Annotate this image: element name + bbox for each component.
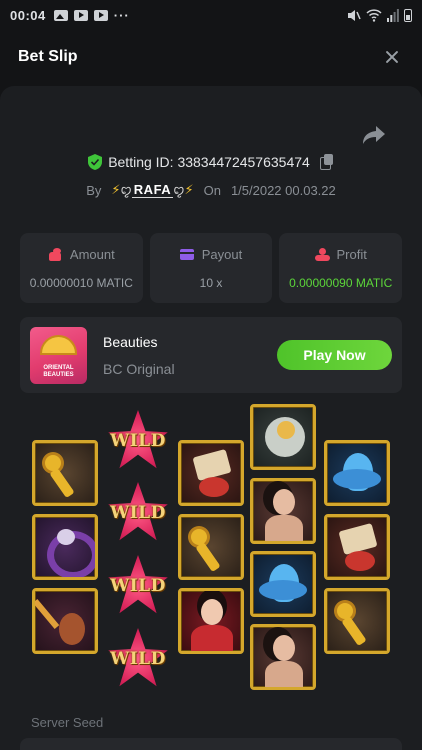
symbol-fan <box>250 404 316 470</box>
symbol-jade-ring <box>32 514 98 580</box>
betting-id-row: Betting ID: 338344724576354​74 <box>0 154 422 170</box>
swirl-decoration-icon-2: ꨄ <box>173 183 185 197</box>
symbol-golden-key <box>324 588 390 654</box>
mute-icon <box>348 9 361 21</box>
bet-slip-header: Bet Slip <box>0 36 422 78</box>
page-title: Bet Slip <box>18 48 78 65</box>
wifi-icon <box>366 8 382 22</box>
amount-label: Amount <box>69 246 115 262</box>
wallet-icon <box>179 248 195 261</box>
symbol-lady <box>250 624 316 690</box>
payout-value: 10 x <box>199 275 223 290</box>
server-seed-field[interactable] <box>20 738 402 750</box>
betting-id: Betting ID: 338344724576354​74 <box>108 154 310 170</box>
amount-value: 0.00000010 MATIC <box>29 275 133 290</box>
server-seed-label: Server Seed <box>31 715 104 730</box>
username[interactable]: RAFA <box>131 182 174 198</box>
symbol-scroll <box>324 514 390 580</box>
verified-shield-icon <box>88 154 103 170</box>
lightning-icon: ⚡ <box>111 182 121 197</box>
stat-profit: Profit 0.00000090 MATIC <box>279 233 403 303</box>
symbol-wild: WILD <box>107 410 169 472</box>
copy-icon[interactable] <box>319 154 334 170</box>
stat-payout: Payout 10 x <box>149 233 273 303</box>
profit-icon <box>314 247 330 261</box>
amount-icon <box>48 247 63 261</box>
profit-label: Profit <box>336 246 367 262</box>
on-label: On <box>203 183 221 198</box>
more-notifications-icon: ··· <box>113 7 130 23</box>
battery-icon <box>404 8 412 22</box>
symbol-wild: WILD <box>107 555 169 617</box>
bet-meta-row: By ⚡ꨄ RAFA ꨄ⚡ On 1/5/2022 00.03.22 <box>0 182 422 199</box>
symbol-wild: WILD <box>107 482 169 544</box>
system-icons <box>347 8 412 22</box>
symbol-golden-key <box>178 514 244 580</box>
notification-icons <box>53 9 108 21</box>
symbol-lute <box>32 588 98 654</box>
symbol-wild: WILD <box>107 628 169 690</box>
share-icon[interactable] <box>362 124 386 146</box>
gallery-icon <box>53 9 68 21</box>
signal-icon <box>387 8 399 22</box>
slot-reels: WILD WILD WILD WILD <box>0 316 422 690</box>
symbol-lady <box>250 478 316 544</box>
payout-label: Payout <box>201 246 243 262</box>
bet-date: 1/5/2022 00.03.22 <box>230 183 336 198</box>
by-label: By <box>86 183 102 198</box>
status-time: 00:04 <box>10 7 46 23</box>
close-icon[interactable] <box>380 45 404 69</box>
symbol-golden-key <box>32 440 98 506</box>
profit-value: 0.00000090 MATIC <box>289 275 393 290</box>
user-link[interactable]: ⚡ꨄ RAFA ꨄ⚡ <box>111 182 194 199</box>
swirl-decoration-icon: ꨄ <box>120 183 132 197</box>
symbol-lotus <box>324 440 390 506</box>
status-bar: 00:04 ··· <box>0 0 422 30</box>
stat-amount: Amount 0.00000010 MATIC <box>20 233 143 303</box>
lightning-icon-2: ⚡ <box>184 182 194 197</box>
bet-stats: Amount 0.00000010 MATIC Payout 10 x Prof… <box>20 233 403 303</box>
symbol-lady-red <box>178 588 244 654</box>
symbol-scroll <box>178 440 244 506</box>
youtube-icon <box>73 9 88 21</box>
youtube-icon-2 <box>93 9 108 21</box>
symbol-lotus <box>250 551 316 617</box>
